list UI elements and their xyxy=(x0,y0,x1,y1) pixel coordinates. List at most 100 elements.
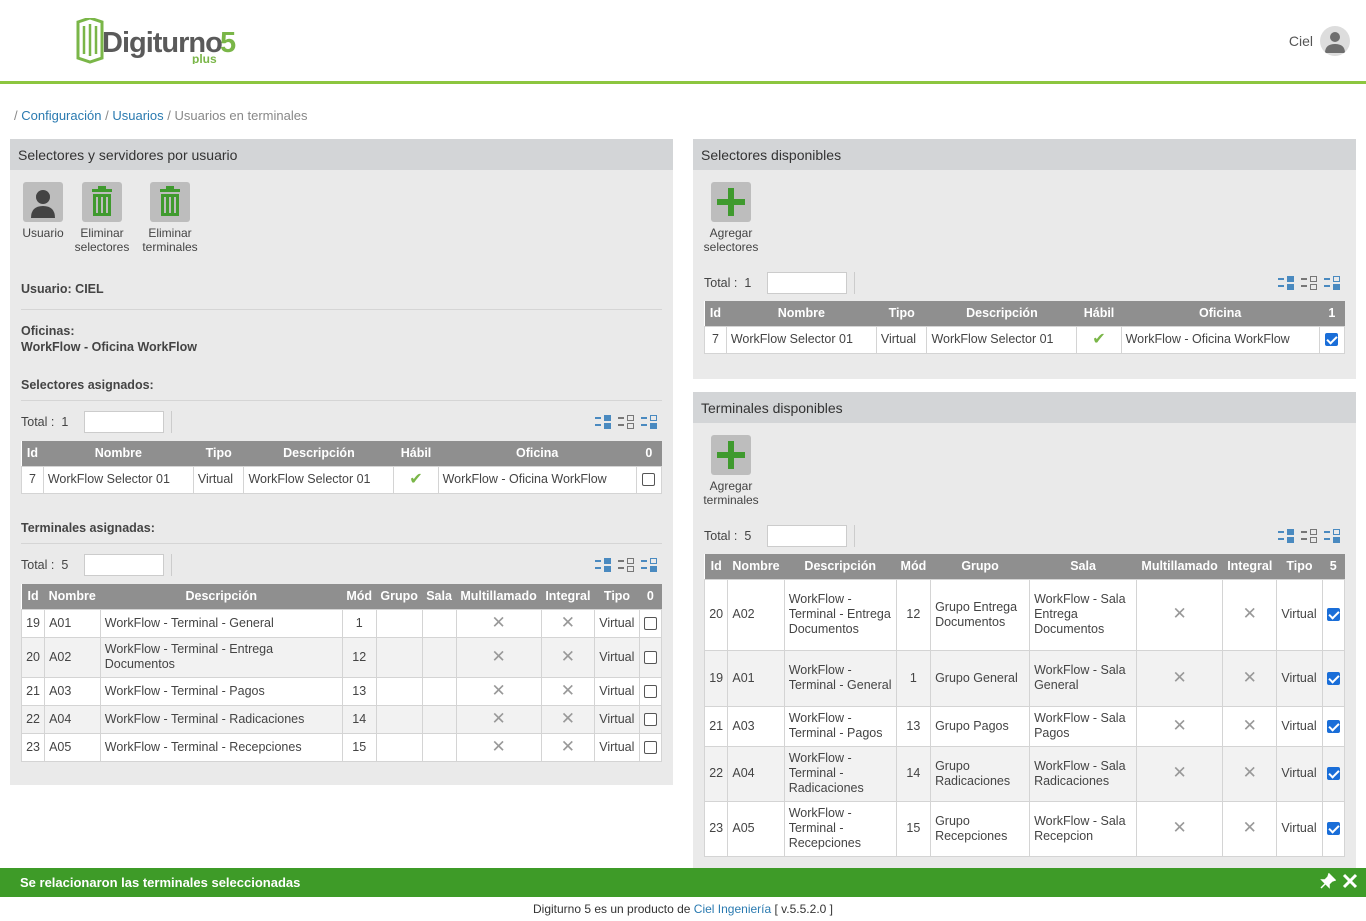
col-descripcion[interactable]: Descripción xyxy=(926,301,1077,326)
deselect-all-icon[interactable] xyxy=(618,415,635,429)
col-oficina[interactable]: Oficina xyxy=(438,441,637,466)
col-id[interactable]: Id xyxy=(21,441,44,466)
row-checkbox[interactable] xyxy=(1326,822,1340,836)
col-integral[interactable]: Integral xyxy=(1222,554,1277,579)
col-nombre[interactable]: Nombre xyxy=(726,301,877,326)
table-row[interactable]: 19 A01 WorkFlow - Terminal - General 1 G… xyxy=(703,649,1345,707)
table-row[interactable]: 7 WorkFlow Selector 01 Virtual WorkFlow … xyxy=(21,465,663,494)
col-habil[interactable]: Hábil xyxy=(1076,301,1122,326)
cell-id: 22 xyxy=(20,704,46,734)
row-checkbox[interactable] xyxy=(1326,719,1340,733)
user-button[interactable]: Usuario xyxy=(10,182,76,240)
col-oficina[interactable]: Oficina xyxy=(1121,301,1320,326)
row-checkbox[interactable] xyxy=(1326,608,1340,622)
col-grupo[interactable]: Grupo xyxy=(376,584,423,609)
col-nombre[interactable]: Nombre xyxy=(44,584,101,609)
breadcrumb-configuracion[interactable]: Configuración xyxy=(21,108,101,123)
selectors-filter-input[interactable] xyxy=(84,411,164,433)
col-tipo[interactable]: Tipo xyxy=(193,441,244,466)
table-row[interactable]: 22 A04 WorkFlow - Terminal - Radicacione… xyxy=(703,745,1345,802)
cell-select xyxy=(1321,705,1345,747)
x-icon: ✕ xyxy=(560,680,576,700)
row-checkbox[interactable] xyxy=(643,712,657,726)
breadcrumb-sep: / xyxy=(105,108,109,123)
user-name[interactable]: Ciel xyxy=(1289,33,1313,49)
terminals-filter-input[interactable] xyxy=(84,554,164,576)
col-tipo[interactable]: Tipo xyxy=(594,584,640,609)
col-select-count[interactable]: 1 xyxy=(1319,301,1345,326)
delete-selectors-button[interactable]: Eliminar selectores xyxy=(69,182,135,254)
col-descripcion[interactable]: Descripción xyxy=(243,441,394,466)
col-sala[interactable]: Sala xyxy=(422,584,457,609)
footer-company-link[interactable]: Ciel Ingeniería xyxy=(694,902,771,916)
row-checkbox[interactable] xyxy=(643,650,657,664)
invert-selection-icon[interactable] xyxy=(1324,276,1341,290)
table-row[interactable]: 20 A02 WorkFlow - Terminal - Entrega Doc… xyxy=(703,578,1345,651)
col-integral[interactable]: Integral xyxy=(541,584,595,609)
deselect-all-icon[interactable] xyxy=(1301,529,1318,543)
avatar[interactable] xyxy=(1320,26,1350,56)
col-sala[interactable]: Sala xyxy=(1029,554,1137,579)
row-checkbox[interactable] xyxy=(642,473,656,487)
check-icon: ✔ xyxy=(1092,330,1106,348)
invert-selection-icon[interactable] xyxy=(1324,529,1341,543)
available-terminals-filter-input[interactable] xyxy=(767,525,847,547)
select-all-icon[interactable] xyxy=(1278,529,1295,543)
col-id[interactable]: Id xyxy=(704,554,728,579)
table-row[interactable]: 23 A05 WorkFlow - Terminal - Recepciones… xyxy=(703,800,1345,857)
close-icon[interactable] xyxy=(1342,873,1358,892)
invert-selection-icon[interactable] xyxy=(641,558,658,572)
add-terminals-label-2: terminales xyxy=(703,493,759,507)
delete-terminals-button[interactable]: Eliminar terminales xyxy=(137,182,203,254)
table-row[interactable]: 21 A03 WorkFlow - Terminal - Pagos 13 ✕ … xyxy=(20,676,663,706)
col-tipo[interactable]: Tipo xyxy=(1276,554,1322,579)
row-checkbox[interactable] xyxy=(643,740,657,754)
col-mod[interactable]: Mód xyxy=(342,584,377,609)
col-id[interactable]: Id xyxy=(704,301,727,326)
pin-icon[interactable] xyxy=(1320,872,1337,892)
table-row[interactable]: 21 A03 WorkFlow - Terminal - Pagos 13 Gr… xyxy=(703,705,1345,747)
col-descripcion[interactable]: Descripción xyxy=(100,584,343,609)
x-icon: ✕ xyxy=(1172,604,1187,623)
table-row[interactable]: 7 WorkFlow Selector 01 Virtual WorkFlow … xyxy=(704,325,1346,354)
col-select-count[interactable]: 0 xyxy=(639,584,662,609)
col-nombre[interactable]: Nombre xyxy=(43,441,194,466)
available-terminals-total: Total : 5 xyxy=(704,529,752,543)
cell-sala xyxy=(421,732,457,762)
col-mod[interactable]: Mód xyxy=(896,554,931,579)
add-selectors-button[interactable]: Agregar selectores xyxy=(698,182,764,254)
row-checkbox[interactable] xyxy=(1326,767,1340,781)
col-grupo[interactable]: Grupo xyxy=(930,554,1030,579)
col-select-count[interactable]: 5 xyxy=(1322,554,1345,579)
select-all-icon[interactable] xyxy=(595,558,612,572)
row-checkbox[interactable] xyxy=(1325,333,1339,347)
select-all-icon[interactable] xyxy=(1278,276,1295,290)
col-select-count[interactable]: 0 xyxy=(636,441,662,466)
table-row[interactable]: 20 A02 WorkFlow - Terminal - Entrega Doc… xyxy=(20,636,663,678)
cell-grupo: Grupo Recepciones xyxy=(930,800,1031,857)
col-nombre[interactable]: Nombre xyxy=(727,554,785,579)
col-multillamado[interactable]: Multillamado xyxy=(1136,554,1223,579)
add-terminals-button[interactable]: Agregar terminales xyxy=(698,435,764,507)
digiturno-logo[interactable]: Digiturno 5 plus xyxy=(72,16,247,66)
invert-selection-icon[interactable] xyxy=(641,415,658,429)
available-selectors-filter-input[interactable] xyxy=(767,272,847,294)
col-multillamado[interactable]: Multillamado xyxy=(456,584,542,609)
col-id[interactable]: Id xyxy=(21,584,45,609)
row-checkbox[interactable] xyxy=(1326,671,1340,685)
table-row[interactable]: 19 A01 WorkFlow - Terminal - General 1 ✕… xyxy=(20,608,663,638)
cell-sala: WorkFlow - Sala General xyxy=(1029,649,1138,707)
panel-title: Selectores disponibles xyxy=(693,139,1356,170)
table-row[interactable]: 22 A04 WorkFlow - Terminal - Radicacione… xyxy=(20,704,663,734)
row-checkbox[interactable] xyxy=(643,616,657,630)
col-habil[interactable]: Hábil xyxy=(393,441,439,466)
col-descripcion[interactable]: Descripción xyxy=(784,554,897,579)
select-all-icon[interactable] xyxy=(595,415,612,429)
row-checkbox[interactable] xyxy=(643,684,657,698)
table-row[interactable]: 23 A05 WorkFlow - Terminal - Recepciones… xyxy=(20,732,663,762)
panel-title: Selectores y servidores por usuario xyxy=(10,139,673,170)
breadcrumb-usuarios[interactable]: Usuarios xyxy=(112,108,163,123)
deselect-all-icon[interactable] xyxy=(1301,276,1318,290)
col-tipo[interactable]: Tipo xyxy=(876,301,927,326)
deselect-all-icon[interactable] xyxy=(618,558,635,572)
